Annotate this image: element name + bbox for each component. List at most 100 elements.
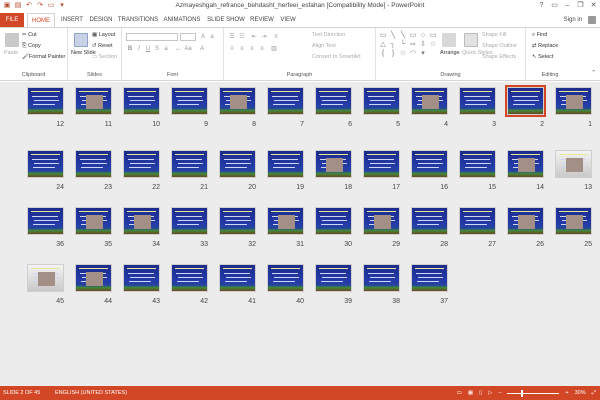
slideshow-view-icon[interactable]: ▷ (488, 386, 492, 400)
underline-icon[interactable]: U (144, 45, 152, 53)
slide-preview[interactable] (555, 150, 592, 178)
oval-shape-icon[interactable]: ○ (418, 31, 428, 40)
arrow-shape-icon[interactable]: ⇩ (418, 40, 428, 49)
elbow-connector-icon[interactable]: ┐ (388, 40, 398, 49)
line-shape-icon[interactable]: ╲ (398, 31, 408, 40)
slide-preview[interactable] (459, 150, 496, 178)
slide-preview[interactable] (555, 87, 592, 115)
slide-preview[interactable] (219, 264, 256, 292)
layout-button[interactable]: ▦ Layout (92, 32, 115, 38)
shadow-icon[interactable]: S (153, 45, 161, 53)
slide-preview[interactable] (171, 207, 208, 235)
slide-preview[interactable] (459, 207, 496, 235)
character-spacing-icon[interactable]: ↔ (174, 45, 182, 53)
zoom-slider-knob[interactable] (521, 389, 524, 397)
minimize-icon[interactable]: – (561, 0, 574, 12)
slide-preview[interactable] (75, 264, 112, 292)
section-button[interactable]: ▭ Section (92, 54, 117, 60)
slide-preview[interactable] (75, 150, 112, 178)
slide-sorter-view-icon[interactable]: ▦ (468, 386, 473, 400)
bold-icon[interactable]: B (126, 45, 134, 53)
slide-preview[interactable] (219, 150, 256, 178)
bracket-shape-icon[interactable]: } (388, 49, 398, 58)
slide-preview[interactable] (363, 264, 400, 292)
sign-in-link[interactable]: Sign in (564, 13, 582, 27)
star-shape-icon[interactable]: ☆ (398, 49, 408, 58)
rectangle-shape-icon[interactable]: ▭ (408, 31, 418, 40)
tab-view[interactable]: VIEW (278, 13, 298, 27)
more-shapes-icon[interactable]: ▾ (418, 49, 428, 58)
slide-preview[interactable] (267, 87, 304, 115)
slide-preview[interactable] (219, 207, 256, 235)
fit-to-window-icon[interactable]: ⤢ (592, 386, 596, 400)
tab-file[interactable]: FILE (0, 13, 24, 27)
copy-button[interactable]: ⎘ Copy (22, 43, 41, 50)
slide-preview[interactable] (315, 207, 352, 235)
slide-preview[interactable] (171, 87, 208, 115)
zoom-in-icon[interactable]: + (565, 386, 568, 400)
collapse-ribbon-icon[interactable]: ⌃ (591, 70, 596, 76)
language-indicator[interactable]: ENGLISH (UNITED STATES) (55, 386, 127, 400)
triangle-shape-icon[interactable]: △ (378, 40, 388, 49)
line-shape-icon[interactable]: ╲ (388, 31, 398, 40)
justify-icon[interactable]: ≡ (258, 45, 266, 53)
align-right-icon[interactable]: ≡ (248, 45, 256, 53)
bracket-shape-icon[interactable]: { (378, 49, 388, 58)
text-direction-button[interactable]: Text Direction (312, 32, 345, 38)
slide-preview[interactable] (267, 150, 304, 178)
paste-icon[interactable] (5, 33, 19, 47)
slide-preview[interactable] (507, 207, 544, 235)
font-size-combo[interactable] (180, 33, 196, 41)
avatar[interactable] (588, 16, 596, 24)
slide-preview[interactable] (315, 87, 352, 115)
slide-preview[interactable] (27, 87, 64, 115)
increase-indent-icon[interactable]: ⇥ (260, 33, 268, 41)
shrink-font-icon[interactable]: a (208, 33, 216, 41)
numbering-icon[interactable]: ☷ (238, 33, 246, 41)
ribbon-display-icon[interactable]: ▭ (548, 0, 561, 12)
shape-effects-button[interactable]: Shape Effects (482, 54, 516, 60)
elbow-connector-icon[interactable]: └ (398, 40, 408, 49)
tab-design[interactable]: DESIGN (88, 13, 114, 27)
star-shape-icon[interactable]: ☆ (428, 40, 438, 49)
quick-styles-icon[interactable] (464, 33, 478, 47)
tab-transitions[interactable]: TRANSITIONS (117, 13, 159, 27)
font-color-icon[interactable]: A (198, 45, 206, 53)
align-left-icon[interactable]: ≡ (228, 45, 236, 53)
slide-preview[interactable] (363, 87, 400, 115)
slide-preview[interactable] (123, 87, 160, 115)
select-button[interactable]: ↖ Select (532, 54, 553, 60)
find-button[interactable]: ⌕ Find (532, 32, 547, 39)
help-icon[interactable]: ? (535, 0, 548, 12)
tab-slide-show[interactable]: SLIDE SHOW (206, 13, 246, 27)
close-icon[interactable]: ✕ (587, 0, 600, 12)
slide-preview[interactable] (267, 207, 304, 235)
slide-preview[interactable] (411, 150, 448, 178)
align-center-icon[interactable]: ≡ (238, 45, 246, 53)
slide-preview[interactable] (315, 150, 352, 178)
zoom-slider[interactable] (507, 389, 560, 397)
cut-button[interactable]: ✂ Cut (22, 32, 37, 38)
slide-preview[interactable] (363, 150, 400, 178)
slide-preview[interactable] (123, 264, 160, 292)
slide-preview[interactable] (27, 207, 64, 235)
font-name-combo[interactable] (126, 33, 178, 41)
paste-button[interactable]: Paste (4, 50, 18, 56)
new-slide-icon[interactable] (74, 33, 88, 47)
slide-preview[interactable] (75, 207, 112, 235)
decrease-indent-icon[interactable]: ⇤ (250, 33, 258, 41)
arrange-button[interactable]: Arrange (440, 50, 460, 56)
slide-preview[interactable] (27, 264, 64, 292)
rectangle-shape-icon[interactable]: ▭ (428, 31, 438, 40)
tab-home[interactable]: HOME (27, 13, 55, 27)
restore-icon[interactable]: ❐ (574, 0, 587, 12)
shape-fill-button[interactable]: Shape Fill (482, 32, 506, 38)
grow-font-icon[interactable]: A (199, 33, 207, 41)
slide-preview[interactable] (505, 85, 546, 117)
slide-preview[interactable] (171, 264, 208, 292)
slide-preview[interactable] (171, 150, 208, 178)
columns-icon[interactable]: ▥ (270, 45, 278, 53)
slide-preview[interactable] (363, 207, 400, 235)
slide-preview[interactable] (411, 207, 448, 235)
arrow-shape-icon[interactable]: ⇨ (408, 40, 418, 49)
